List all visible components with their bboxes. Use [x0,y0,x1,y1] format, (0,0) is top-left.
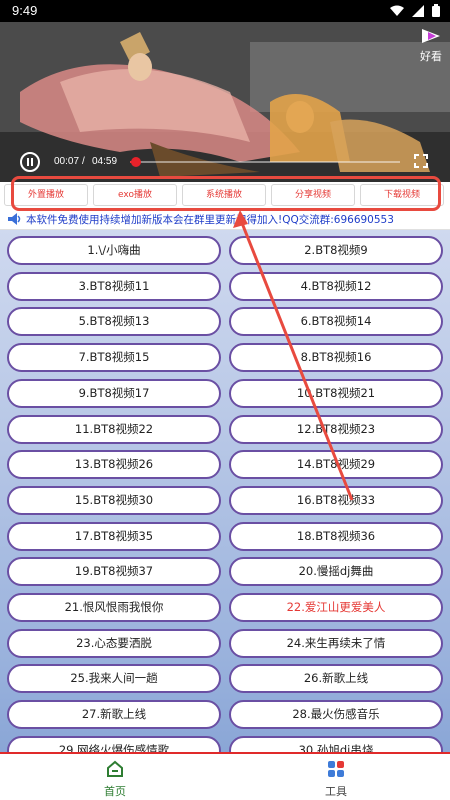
song-item[interactable]: 10.BT8视频21 [229,378,443,408]
bottom-navigation: 首页 工具 [0,752,450,800]
song-item[interactable]: 4.BT8视频12 [229,271,443,301]
song-item[interactable]: 13.BT8视频26 [7,450,221,480]
song-item[interactable]: 7.BT8视频15 [7,343,221,373]
song-item[interactable]: 6.BT8视频14 [229,307,443,337]
speaker-icon [8,213,21,225]
song-item[interactable]: 17.BT8视频35 [7,521,221,551]
video-source-logo: 好看 [420,28,442,64]
status-bar: 9:49 [0,0,450,22]
song-item[interactable]: 18.BT8视频36 [229,521,443,551]
status-time: 9:49 [12,3,38,18]
home-icon [107,760,123,777]
song-item[interactable]: 30.孙旭dj串烧 [229,735,443,752]
song-list: 1.\/小嗨曲 2.BT8视频9 3.BT8视频11 4.BT8视频12 5.BT8视频… [0,230,450,752]
fullscreen-icon[interactable] [414,154,428,168]
share-video-button[interactable]: 分享视频 [271,184,355,206]
seek-bar-thumb[interactable] [131,157,142,167]
video-player[interactable]: 好看 00:07 / 04:59 [0,22,450,182]
song-item[interactable]: 23.心态要洒脱 [7,628,221,658]
song-item[interactable]: 19.BT8视频37 [7,557,221,587]
song-item[interactable]: 21.恨风恨雨我恨你 [7,593,221,622]
song-item[interactable]: 12.BT8视频23 [229,414,443,444]
nav-tools[interactable]: 工具 [286,760,386,799]
song-item[interactable]: 28.最火伤感音乐 [229,700,443,730]
song-item[interactable]: 3.BT8视频11 [7,271,221,301]
song-item[interactable]: 27.新歌上线 [7,700,221,730]
song-item[interactable]: 25.我来人间一趟 [7,664,221,694]
song-item[interactable]: 9.BT8视频17 [7,378,221,408]
download-video-button[interactable]: 下载视频 [360,184,444,206]
pause-button[interactable] [20,152,40,172]
song-item[interactable]: 15.BT8视频30 [7,485,221,515]
exo-play-button[interactable]: exo播放 [93,184,177,206]
song-item[interactable]: 11.BT8视频22 [7,414,221,444]
battery-icon [432,4,440,17]
nav-tools-label: 工具 [325,785,347,798]
play-logo-icon [422,29,440,43]
video-controls: 00:07 / 04:59 [0,146,450,182]
song-item[interactable]: 26.新歌上线 [229,664,443,694]
notice-text: 本软件免费使用持续增加新版本会在群里更新记得加入!QQ交流群:696690553 [26,214,394,226]
song-item[interactable]: 2.BT8视频9 [229,236,443,265]
song-item[interactable]: 1.\/小嗨曲 [7,236,221,265]
wifi-icon [390,5,404,16]
notice-bar: 本软件免费使用持续增加新版本会在群里更新记得加入!QQ交流群:696690553 [0,208,450,230]
song-item[interactable]: 20.慢摇dj舞曲 [229,557,443,587]
nav-home-label: 首页 [104,785,126,798]
total-time: 04:59 [92,156,118,167]
status-icons [390,4,440,17]
player-action-bar: 外置播放 exo播放 系统播放 分享视频 下载视频 [0,182,450,208]
system-play-button[interactable]: 系统播放 [182,184,266,206]
tools-grid-icon [328,761,344,777]
time-separator: / [82,156,85,167]
song-item[interactable]: 5.BT8视频13 [7,307,221,337]
song-item[interactable]: 22.爱江山更爱美人 [229,593,443,622]
song-item[interactable]: 8.BT8视频16 [229,343,443,373]
song-item[interactable]: 14.BT8视频29 [229,450,443,480]
song-item[interactable]: 24.来生再续未了情 [229,628,443,658]
nav-home[interactable]: 首页 [65,760,165,799]
video-logo-text: 好看 [420,50,442,63]
song-item[interactable]: 29.网络火爆伤感情歌 [7,735,221,752]
current-time: 00:07 [54,156,80,167]
signal-icon [412,4,424,17]
external-play-button[interactable]: 外置播放 [4,184,88,206]
seek-bar[interactable] [130,157,400,167]
song-item[interactable]: 16.BT8视频33 [229,485,443,515]
